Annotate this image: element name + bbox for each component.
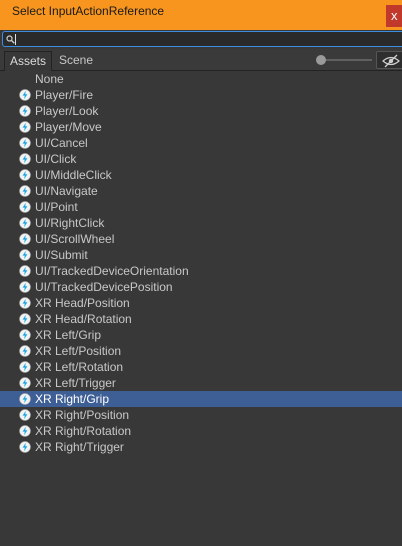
list-item[interactable]: XR Left/Position — [0, 343, 402, 359]
input-action-icon — [19, 185, 31, 197]
list-item-label: XR Head/Position — [35, 296, 130, 310]
list-item-label: XR Right/Grip — [35, 392, 110, 406]
list-item[interactable]: XR Right/Rotation — [0, 423, 402, 439]
asset-list: None Player/Fire Player/Look Player/Move UI… — [0, 71, 402, 546]
close-button[interactable]: x — [386, 5, 402, 27]
input-action-icon — [19, 425, 31, 437]
list-item-label: UI/MiddleClick — [35, 168, 112, 182]
input-action-icon — [19, 169, 31, 181]
list-item[interactable]: UI/TrackedDeviceOrientation — [0, 263, 402, 279]
zoom-slider-thumb[interactable] — [316, 55, 326, 65]
list-item[interactable]: Player/Move — [0, 119, 402, 135]
input-action-icon — [19, 441, 31, 453]
object-picker-window: Select InputActionReference x Assets Sce… — [0, 0, 402, 546]
input-action-icon — [19, 345, 31, 357]
input-action-icon — [19, 377, 31, 389]
search-bar — [0, 30, 402, 49]
list-item-none[interactable]: None — [0, 71, 402, 87]
list-item-label: XR Head/Rotation — [35, 312, 132, 326]
list-item[interactable]: XR Right/Trigger — [0, 439, 402, 455]
list-item[interactable]: Player/Look — [0, 103, 402, 119]
list-item[interactable]: XR Right/Position — [0, 407, 402, 423]
list-item[interactable]: UI/Point — [0, 199, 402, 215]
input-action-icon — [19, 361, 31, 373]
list-item[interactable]: UI/TrackedDevicePosition — [0, 279, 402, 295]
input-action-icon — [19, 137, 31, 149]
input-action-icon — [19, 233, 31, 245]
input-action-icon — [19, 313, 31, 325]
list-item[interactable]: XR Head/Rotation — [0, 311, 402, 327]
list-item[interactable]: UI/Click — [0, 151, 402, 167]
input-action-icon — [19, 281, 31, 293]
list-item-label: XR Left/Rotation — [35, 360, 124, 374]
list-item[interactable]: UI/RightClick — [0, 215, 402, 231]
list-item[interactable]: Player/Fire — [0, 87, 402, 103]
text-caret — [15, 34, 16, 45]
list-item-label: UI/RightClick — [35, 216, 105, 230]
search-input[interactable] — [2, 31, 402, 47]
list-item-label: Player/Fire — [35, 88, 94, 102]
search-icon — [6, 35, 15, 44]
list-item[interactable]: UI/Navigate — [0, 183, 402, 199]
input-action-icon — [19, 121, 31, 133]
list-item-label: UI/Point — [35, 200, 78, 214]
list-item-label: UI/Cancel — [35, 136, 88, 150]
list-item-label: None — [35, 72, 64, 86]
list-item[interactable]: UI/Cancel — [0, 135, 402, 151]
input-action-icon — [19, 249, 31, 261]
input-action-icon — [19, 89, 31, 101]
input-action-icon — [19, 105, 31, 117]
input-action-icon — [19, 297, 31, 309]
list-item[interactable]: XR Left/Grip — [0, 327, 402, 343]
input-action-icon — [19, 393, 31, 405]
list-item-label: UI/ScrollWheel — [35, 232, 115, 246]
list-item-label: UI/Navigate — [35, 184, 98, 198]
list-item-label: UI/Submit — [35, 248, 88, 262]
input-action-icon — [19, 265, 31, 277]
list-item[interactable]: XR Right/Grip — [0, 391, 402, 407]
list-item[interactable]: UI/MiddleClick — [0, 167, 402, 183]
list-item[interactable]: XR Head/Position — [0, 295, 402, 311]
list-item-label: XR Left/Position — [35, 344, 122, 358]
tab-bar: Assets Scene — [0, 49, 402, 71]
visibility-toggle-button[interactable] — [376, 51, 402, 69]
list-item-label: XR Right/Position — [35, 408, 130, 422]
list-item[interactable]: XR Left/Rotation — [0, 359, 402, 375]
title-bar[interactable]: Select InputActionReference x — [0, 0, 402, 30]
zoom-slider-track[interactable] — [318, 59, 372, 61]
list-item-label: UI/TrackedDevicePosition — [35, 280, 173, 294]
eye-hidden-icon — [382, 54, 400, 68]
window-title: Select InputActionReference — [12, 4, 165, 18]
input-action-icon — [19, 217, 31, 229]
list-item-label: Player/Look — [35, 104, 99, 118]
tab-assets[interactable]: Assets — [4, 51, 52, 71]
list-item-label: XR Right/Rotation — [35, 424, 132, 438]
input-action-icon — [19, 201, 31, 213]
list-item-label: Player/Move — [35, 120, 102, 134]
list-item-label: UI/Click — [35, 152, 77, 166]
list-item[interactable]: UI/ScrollWheel — [0, 231, 402, 247]
input-action-icon — [19, 153, 31, 165]
list-item-label: XR Right/Trigger — [35, 440, 124, 454]
tab-scene[interactable]: Scene — [54, 51, 100, 71]
list-item-label: XR Left/Grip — [35, 328, 102, 342]
input-action-icon — [19, 329, 31, 341]
list-item-label: UI/TrackedDeviceOrientation — [35, 264, 189, 278]
list-item[interactable]: UI/Submit — [0, 247, 402, 263]
list-item-label: XR Left/Trigger — [35, 376, 116, 390]
input-action-icon — [19, 409, 31, 421]
list-item[interactable]: XR Left/Trigger — [0, 375, 402, 391]
